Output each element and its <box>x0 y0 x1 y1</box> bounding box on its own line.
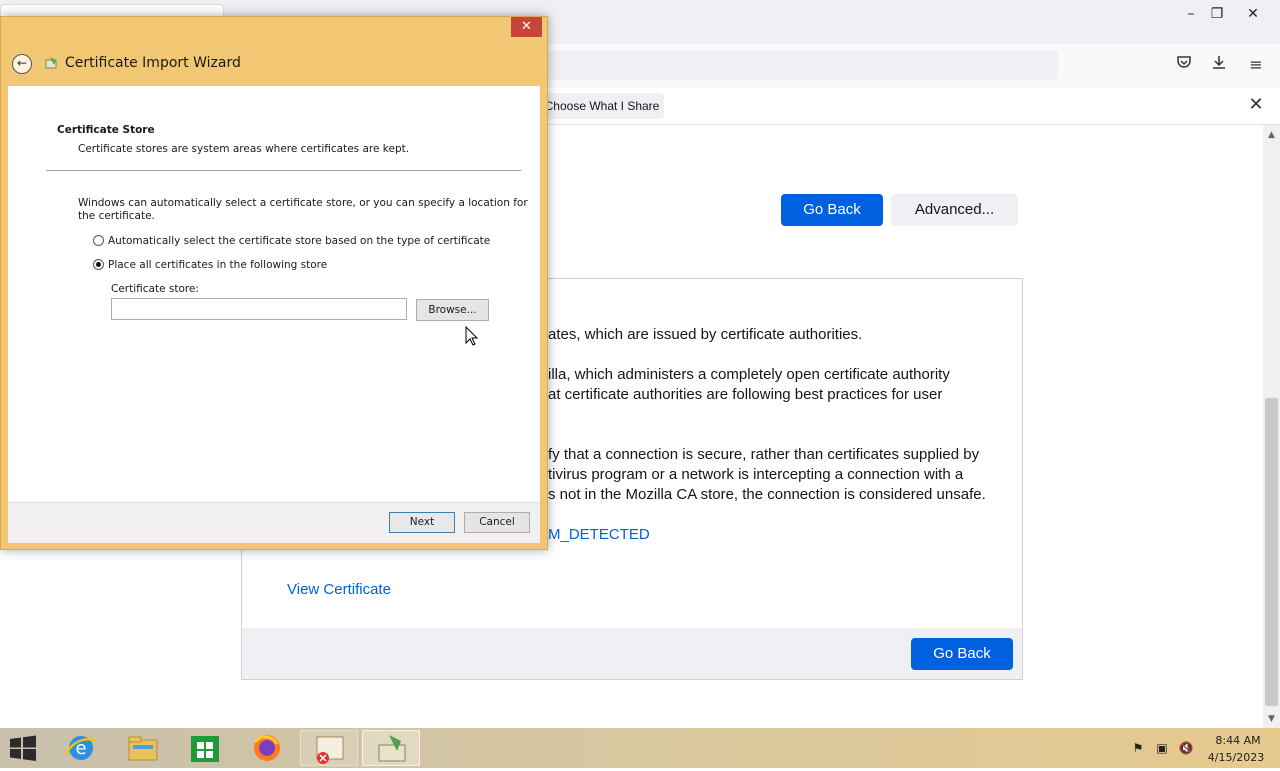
place-in-store-radio[interactable] <box>93 259 104 270</box>
section-description: Certificate stores are system areas wher… <box>78 143 410 155</box>
intro-text-line-2: the certificate. <box>78 210 155 222</box>
start-icon[interactable] <box>8 734 40 762</box>
choose-what-i-share-button[interactable]: Choose What I Share <box>540 93 664 119</box>
mouse-cursor-icon <box>465 325 479 350</box>
volume-muted-icon[interactable]: 🔇 <box>1178 740 1194 756</box>
advanced-paragraph-3-line-1: fy that a connection is secure, rather t… <box>548 446 980 463</box>
certificate-store-field[interactable] <box>111 298 407 320</box>
cancel-button[interactable]: Cancel <box>464 512 530 533</box>
header-separator <box>46 170 521 171</box>
scroll-up-icon[interactable]: ▲ <box>1263 128 1280 142</box>
minimize-icon[interactable]: – <box>1178 4 1204 24</box>
intro-text-line-1: Windows can automatically select a certi… <box>78 197 528 209</box>
taskbar-internet-explorer[interactable]: e <box>52 730 110 766</box>
downloads-icon[interactable] <box>1208 54 1230 76</box>
url-bar[interactable] <box>548 50 1058 80</box>
certificate-wizard-icon <box>44 55 60 71</box>
go-back-bottom-button[interactable]: Go Back <box>911 638 1013 670</box>
advanced-paragraph-3-line-3: s not in the Mozilla CA store, the conne… <box>548 486 986 503</box>
restore-icon[interactable]: ❐ <box>1204 4 1230 24</box>
notification-close-icon[interactable]: ✕ <box>1244 94 1268 116</box>
advanced-panel-footer <box>242 628 1022 679</box>
menu-icon[interactable]: ≡ <box>1245 54 1267 76</box>
clock-date[interactable]: 4/15/2023 <box>1204 751 1268 764</box>
auto-select-store-radio[interactable] <box>93 235 104 246</box>
network-icon[interactable]: ▣ <box>1154 740 1170 756</box>
browse-button[interactable]: Browse... <box>416 299 489 321</box>
next-button[interactable]: Next <box>389 512 455 533</box>
scrollbar-thumb[interactable] <box>1265 398 1278 706</box>
taskbar-firefox[interactable] <box>238 730 296 766</box>
clock-time[interactable]: 8:44 AM <box>1208 734 1268 747</box>
close-window-icon[interactable]: ✕ <box>1240 4 1266 24</box>
advanced-button[interactable]: Advanced... <box>891 194 1018 226</box>
advanced-paragraph-2-line-2: at certificate authorities are following… <box>548 386 943 403</box>
dialog-close-button[interactable]: ✕ <box>511 17 542 37</box>
dialog-title: Certificate Import Wizard <box>65 55 241 71</box>
taskbar-certificate-manager[interactable] <box>300 730 358 766</box>
scroll-down-icon[interactable]: ▼ <box>1263 712 1280 726</box>
taskbar-certificate-import-wizard[interactable] <box>362 730 420 766</box>
back-arrow-icon[interactable]: ← <box>12 54 32 74</box>
section-heading: Certificate Store <box>57 124 155 136</box>
place-in-store-label[interactable]: Place all certificates in the following … <box>108 259 327 271</box>
taskbar-file-explorer[interactable] <box>114 730 172 766</box>
certificate-store-label: Certificate store: <box>111 283 199 295</box>
error-code-link[interactable]: M_DETECTED <box>548 526 650 543</box>
pocket-icon[interactable] <box>1173 54 1195 76</box>
action-center-flag-icon[interactable]: ⚑ <box>1130 740 1146 756</box>
go-back-button[interactable]: Go Back <box>781 194 883 226</box>
advanced-paragraph-2-line-1: illa, which administers a completely ope… <box>548 366 950 383</box>
taskbar-store[interactable] <box>176 730 234 766</box>
view-certificate-link[interactable]: View Certificate <box>287 581 391 598</box>
advanced-paragraph-1: ates, which are issued by certificate au… <box>548 326 863 343</box>
auto-select-store-label[interactable]: Automatically select the certificate sto… <box>108 235 490 247</box>
advanced-paragraph-3-line-2: tivirus program or a network is intercep… <box>548 466 964 483</box>
dialog-footer <box>8 502 540 543</box>
